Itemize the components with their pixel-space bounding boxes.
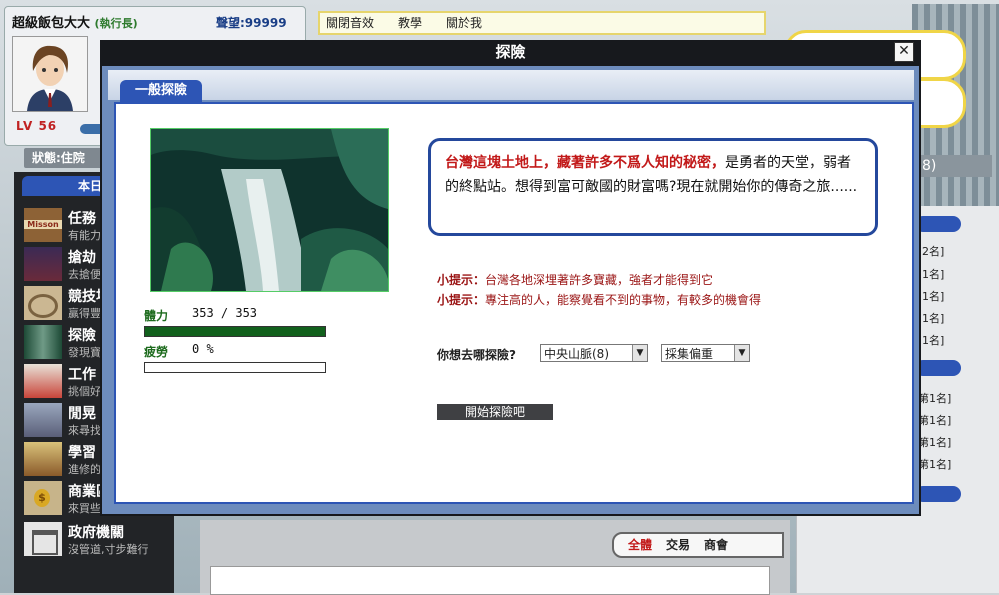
tip-label: 小提示： (437, 273, 486, 287)
menu-item-subtitle: 贏得豐 (68, 307, 101, 320)
player-name: 超級飯包大大 (執行長) (12, 16, 138, 31)
player-rank: (執行長) (94, 17, 138, 30)
tip-1: 小提示：台灣各地深埋著許多寶藏，強者才能得到它 (437, 271, 713, 288)
robbery-icon (24, 247, 62, 281)
chat-tab-trade[interactable]: 交易 (666, 534, 690, 556)
location-selected: 中央山脈(8) (544, 347, 609, 361)
dialog-title: 探險 (495, 43, 526, 61)
close-button[interactable]: ✕ (894, 42, 914, 62)
tutorial-link[interactable]: 教學 (398, 13, 422, 33)
menu-item-subtitle: 進修的 (68, 463, 101, 476)
top-menu-bar: 關閉音效 教學 關於我 (318, 11, 766, 35)
player-fame: 聲望:99999 (216, 16, 287, 30)
menu-item-title: 任務 (68, 211, 96, 227)
menu-item-title: 閒晃 (68, 406, 96, 422)
tip-2: 小提示：專注高的人，能察覺看不到的事物，有較多的機會得 (437, 291, 761, 308)
rank-row: 第1名] (918, 414, 952, 427)
fatigue-label: 疲勞 (144, 345, 169, 359)
player-level: LV 56 (16, 119, 58, 133)
jungle-waterfall-icon (151, 129, 388, 291)
tip-label: 小提示： (437, 293, 486, 307)
ranking-header-1 (915, 216, 961, 232)
rank-row: 1名] (922, 334, 945, 347)
avatar-portrait-icon (13, 37, 87, 111)
fatigue-bar (144, 362, 326, 373)
destination-question: 你想去哪探險? (437, 348, 516, 362)
menu-item-title: 工作 (68, 367, 96, 383)
menu-item-subtitle: 沒管道,寸步難行 (68, 543, 149, 556)
rank-row: 1名] (922, 312, 945, 325)
ranking-header-3 (915, 486, 961, 502)
right-count-tag: 8) (918, 155, 992, 177)
mode-selected: 採集偏重 (665, 347, 714, 361)
chat-input[interactable] (210, 566, 770, 595)
menu-item-government[interactable]: 政府機關 沒管道,寸步難行 (24, 520, 174, 558)
menu-item-subtitle: 來買些 (68, 502, 101, 515)
wander-icon (24, 403, 62, 437)
menu-item-subtitle: 挑個好 (68, 385, 101, 398)
government-icon (24, 522, 62, 556)
chat-tab-all[interactable]: 全體 (628, 534, 652, 556)
arena-icon (24, 286, 62, 320)
menu-item-subtitle: 有能力 (68, 229, 101, 242)
rank-row: 第1名] (918, 436, 952, 449)
hp-value: 353 / 353 (192, 306, 258, 320)
study-icon (24, 442, 62, 476)
hp-label: 體力 (144, 309, 169, 323)
story-highlight: 台灣這塊土地上，藏著許多不爲人知的秘密， (445, 155, 725, 171)
menu-item-subtitle: 去搶便 (68, 268, 101, 281)
mission-icon: Misson (24, 208, 62, 242)
toggle-sound-link[interactable]: 關閉音效 (326, 13, 374, 33)
rank-row: 1名] (922, 268, 945, 281)
about-link[interactable]: 關於我 (446, 13, 482, 33)
menu-item-title: 政府機關 (68, 525, 124, 541)
rank-row: 1名] (922, 290, 945, 303)
chevron-down-icon: ▼ (734, 345, 749, 361)
rank-row: 第1名] (918, 458, 952, 471)
hp-bar (144, 326, 326, 337)
location-select[interactable]: 中央山脈(8) ▼ (540, 344, 648, 362)
tip-text: 台灣各地深埋著許多寶藏，強者才能得到它 (485, 273, 714, 287)
rank-row: 2名] (922, 245, 945, 258)
adventure-scene-image (150, 128, 389, 292)
business-icon: $ (24, 481, 62, 515)
mode-select[interactable]: 採集偏重 ▼ (661, 344, 750, 362)
work-icon (24, 364, 62, 398)
menu-item-subtitle: 發現寶 (68, 346, 101, 359)
hp-bar-fill (145, 327, 325, 336)
fatigue-value: 0 % (192, 342, 214, 356)
chat-tabs: 全體 交易 商會 (612, 532, 784, 558)
tab-strip (108, 70, 914, 100)
chat-tab-guild[interactable]: 商會 (704, 534, 728, 556)
tab-general-adventure[interactable]: 一般探險 (120, 80, 202, 102)
start-adventure-button[interactable]: 開始探險吧 (437, 404, 553, 420)
adventure-icon (24, 325, 62, 359)
story-box: 台灣這塊土地上，藏著許多不爲人知的秘密，是勇者的天堂，弱者的終點站。想得到富可敵… (428, 138, 878, 236)
ranking-header-2 (915, 360, 961, 376)
rank-row: 第1名] (918, 392, 952, 405)
menu-item-title: 搶劫 (68, 250, 96, 266)
menu-item-title: 學習 (68, 445, 96, 461)
menu-item-title: 探險 (68, 328, 96, 344)
menu-item-subtitle: 來尋找 (68, 424, 101, 437)
avatar[interactable] (12, 36, 88, 112)
tip-text: 專注高的人，能察覺看不到的事物，有較多的機會得 (485, 293, 762, 307)
chevron-down-icon: ▼ (632, 345, 647, 361)
